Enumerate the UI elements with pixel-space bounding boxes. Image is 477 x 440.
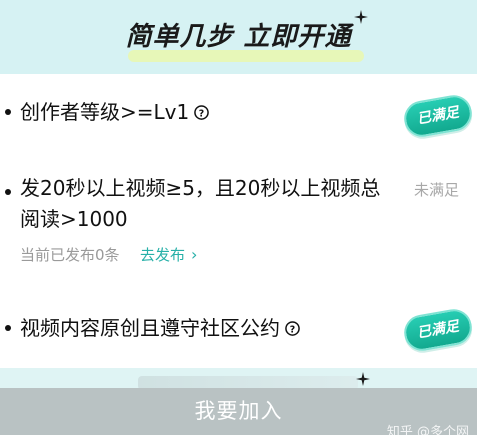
page-title: 简单几步 立即开通 xyxy=(125,22,352,52)
requirements-card: 创作者等级>=Lv1? 已满足 发20秒以上视频≥5，且20秒以上视频总 阅读>… xyxy=(0,74,477,368)
requirement-label: 创作者等级>=Lv1 xyxy=(20,100,190,124)
section-header: 简单几步 立即开通 xyxy=(0,0,477,74)
svg-text:?: ? xyxy=(199,108,204,119)
requirement-text: 视频内容原创且遵守社区公约? xyxy=(20,314,300,343)
publish-link-label: 去发布 xyxy=(140,246,186,264)
status-badge-met: 已满足 xyxy=(401,92,475,140)
publish-count-note: 当前已发布0条 xyxy=(20,246,120,264)
requirement-text-line2: 阅读>1000 xyxy=(20,207,128,231)
requirement-row-originality: 视频内容原创且遵守社区公约? 已满足 xyxy=(0,306,477,354)
watermark: 知乎 @多个网 xyxy=(386,425,469,440)
bullet xyxy=(5,189,11,195)
requirement-label: 视频内容原创且遵守社区公约 xyxy=(20,316,280,340)
requirement-text: 创作者等级>=Lv1? xyxy=(20,98,210,127)
chevron-right-icon: › xyxy=(191,245,198,264)
sparkle-icon xyxy=(356,372,370,386)
help-icon[interactable]: ? xyxy=(285,321,300,336)
sparkle-icon xyxy=(354,10,368,24)
requirement-row-level: 创作者等级>=Lv1? 已满足 xyxy=(0,92,477,140)
publish-link[interactable]: 去发布 › xyxy=(140,244,197,265)
help-icon[interactable]: ? xyxy=(194,105,210,120)
svg-text:?: ? xyxy=(290,324,295,335)
bullet xyxy=(5,109,11,115)
bullet xyxy=(5,325,11,331)
requirement-text-line1: 发20秒以上视频≥5，且20秒以上视频总 xyxy=(20,176,381,200)
status-badge-met: 已满足 xyxy=(401,306,475,354)
requirement-row-videos: 发20秒以上视频≥5，且20秒以上视频总 阅读>1000 未满足 当前已发布0条… xyxy=(0,174,477,274)
status-unmet-label: 未满足 xyxy=(413,181,459,199)
